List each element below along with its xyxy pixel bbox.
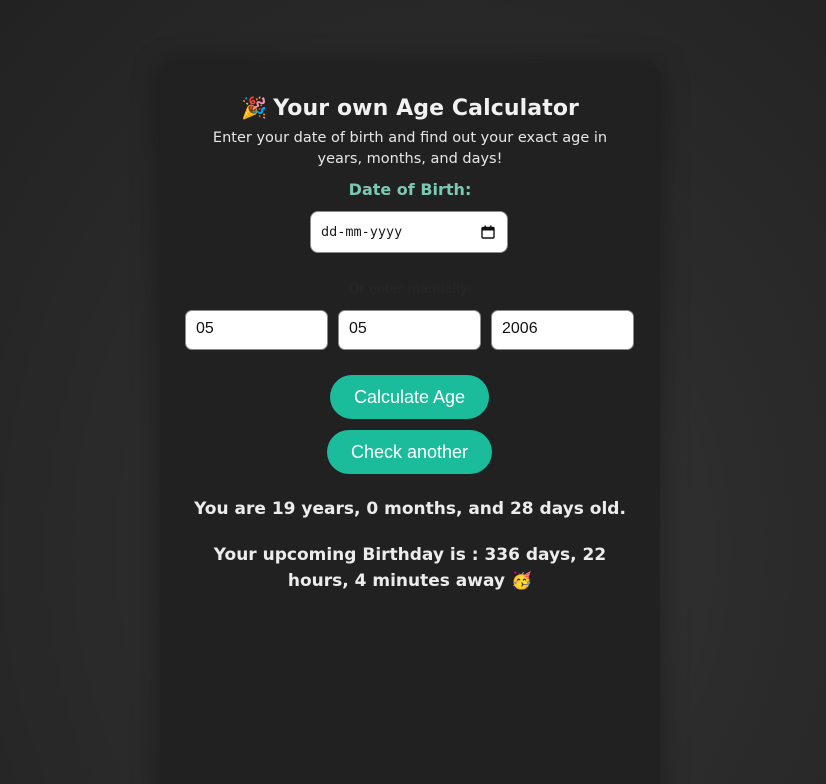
month-input[interactable]: 05 xyxy=(338,310,481,350)
page-title: 🎉 Your own Age Calculator xyxy=(160,96,660,121)
dob-placeholder: dd-mm-yyyy xyxy=(321,224,403,240)
birthday-result-text: Your upcoming Birthday is : 336 days, 22… xyxy=(213,545,607,591)
year-input[interactable]: 2006 xyxy=(491,310,634,350)
calculator-card: 🎉 Your own Age Calculator Enter your date… xyxy=(160,64,660,784)
birthday-result: Your upcoming Birthday is : 336 days, 22… xyxy=(188,542,632,594)
day-input[interactable]: 05 xyxy=(185,310,328,350)
dob-label: Date of Birth: xyxy=(348,180,472,199)
check-another-button[interactable]: Check another xyxy=(327,430,492,474)
dob-date-input[interactable]: dd-mm-yyyy xyxy=(310,211,508,253)
title-text: Your own Age Calculator xyxy=(273,96,579,121)
calculate-age-button[interactable]: Calculate Age xyxy=(330,375,489,419)
partying-face-icon: 🥳 xyxy=(510,571,533,591)
manual-entry-label: Or enter manually: xyxy=(349,282,471,297)
party-popper-icon: 🎉 xyxy=(241,96,268,120)
age-result: You are 19 years, 0 months, and 28 days … xyxy=(194,499,626,519)
calendar-icon[interactable] xyxy=(481,225,495,239)
subtitle: Enter your date of birth and find out yo… xyxy=(212,130,608,167)
